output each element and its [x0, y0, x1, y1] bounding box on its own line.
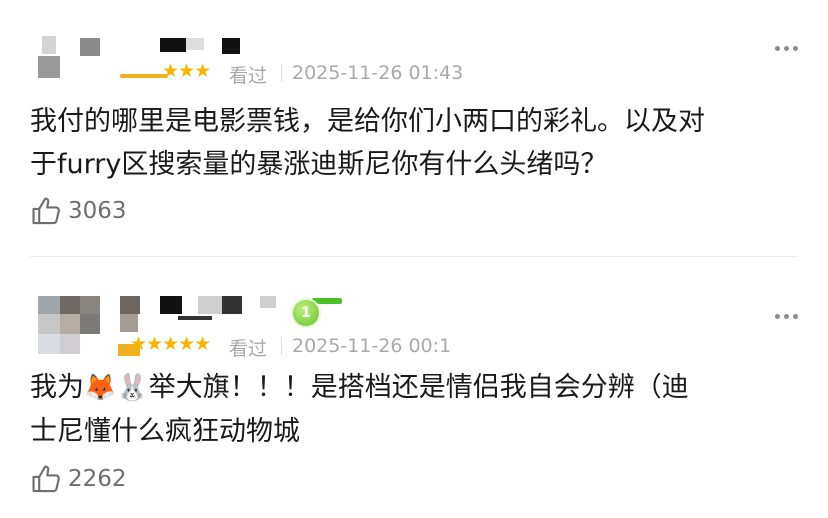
- like-count: 3063: [68, 198, 127, 224]
- more-options-button[interactable]: [775, 314, 798, 319]
- avatar[interactable]: [36, 36, 106, 82]
- comment-date: 2025-11-26 00:1: [292, 335, 452, 357]
- level-badge-icon: 1: [293, 300, 319, 326]
- more-dots-icon: [784, 314, 789, 319]
- comment-text-line: 我为🦊🐰举大旗！！！是搭档还是情侣我自会分辨（迪: [30, 366, 689, 410]
- rating-stars: ★★★: [162, 60, 211, 82]
- like-button[interactable]: 3063: [30, 194, 127, 228]
- level-badge-wing: [312, 298, 342, 304]
- comment-text-line: 我付的哪里是电影票钱，是给你们小两口的彩礼。以及对: [30, 106, 705, 137]
- watched-label: 看过: [229, 338, 268, 360]
- meta-separator: [281, 64, 282, 82]
- more-dots-icon: [784, 46, 789, 51]
- avatar[interactable]: [38, 296, 102, 356]
- watched-label: 看过: [229, 65, 268, 87]
- comment-date: 2025-11-26 01:43: [292, 62, 464, 84]
- comment-divider: [30, 256, 798, 257]
- like-count: 2262: [68, 466, 127, 492]
- comment-text-line: 于furry区搜索量的暴涨迪斯尼你有什么头绪吗？: [30, 149, 608, 180]
- comment-text-segment: 举大旗！！！是搭档还是情侣我自会分辨（迪: [148, 372, 689, 403]
- comment-item-1: ★★★ 看过 2025-11-26 01:43 我付的哪里是电影票钱，是给你们小…: [0, 0, 828, 256]
- meta-separator: [281, 337, 282, 355]
- like-button[interactable]: 2262: [30, 462, 127, 496]
- more-dots-icon: [775, 46, 780, 51]
- more-dots-icon: [793, 314, 798, 319]
- thumbs-up-icon: [32, 197, 60, 225]
- comment-text: 我付的哪里是电影票钱，是给你们小两口的彩礼。以及对 于furry区搜索量的暴涨迪…: [30, 100, 705, 186]
- fox-emoji-icon: 🦊: [84, 373, 117, 403]
- comment-text-segment: 我为: [30, 372, 84, 403]
- thumbs-up-icon: [32, 465, 60, 493]
- more-dots-icon: [775, 314, 780, 319]
- more-options-button[interactable]: [775, 46, 798, 51]
- rabbit-emoji-icon: 🐰: [116, 373, 149, 403]
- rating-stars: ★★★★★: [130, 333, 211, 355]
- comment-text-line: 士尼懂什么疯狂动物城: [30, 416, 300, 447]
- comment-item-2: 1 ★★★★★ 看过 2025-11-26 00:1 我为🦊🐰举大旗！！！是搭档…: [0, 268, 828, 518]
- more-dots-icon: [793, 46, 798, 51]
- comment-text: 我为🦊🐰举大旗！！！是搭档还是情侣我自会分辨（迪 士尼懂什么疯狂动物城: [30, 366, 689, 453]
